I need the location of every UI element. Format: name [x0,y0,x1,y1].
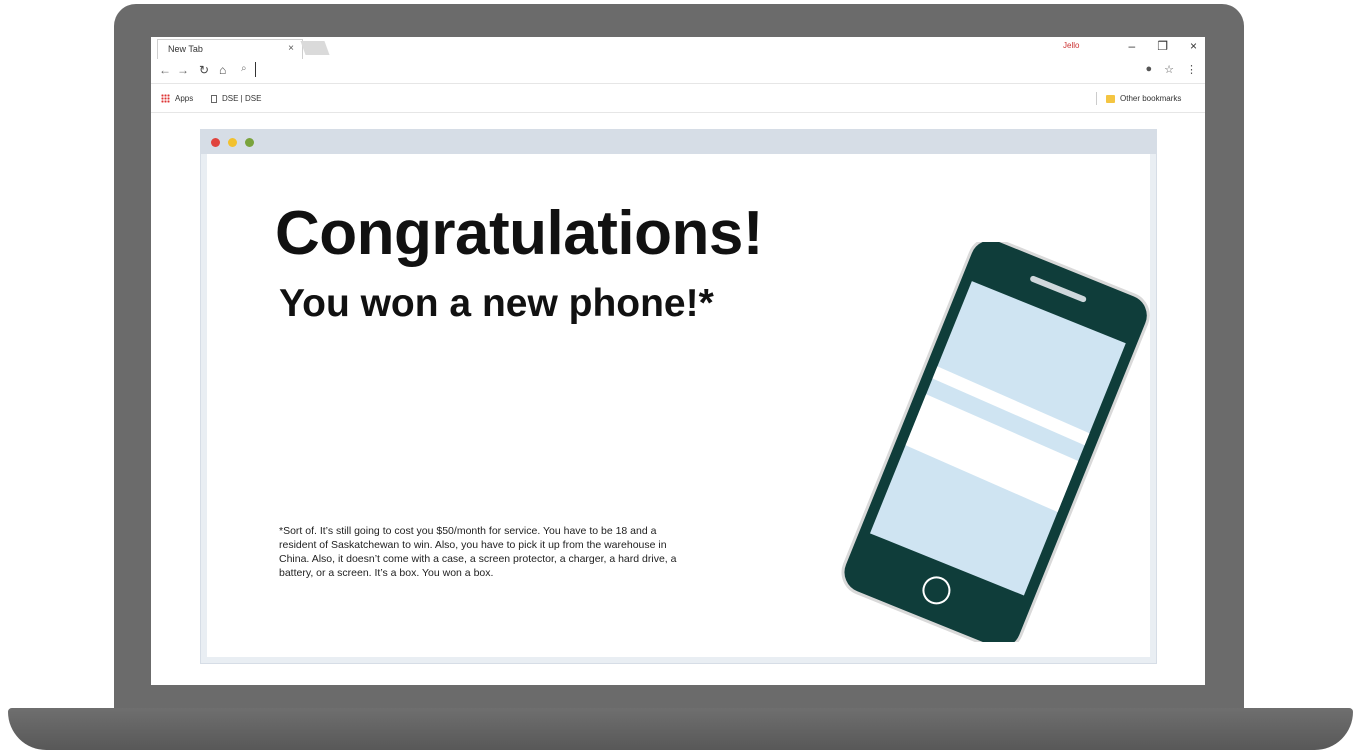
reload-icon[interactable]: ↻ [199,63,209,77]
subheadline: You won a new phone!* [279,282,714,325]
back-icon[interactable]: ← [159,63,171,77]
tab-bar: New Tab × Jello – ❐ × [151,37,1205,59]
address-bar[interactable]: ⌕ [239,62,1139,79]
tab-title: New Tab [168,44,203,54]
page-icon [211,94,217,103]
fine-print: *Sort of. It’s still going to cost you $… [279,525,677,579]
bookmarks-divider [1096,92,1097,105]
phone-illustration-icon [841,242,1150,642]
bookmark-apps[interactable]: Apps [161,94,193,103]
folder-icon [1106,94,1115,103]
bookmark-label: DSE | DSE [222,94,262,103]
bookmarks-bar: Apps DSE | DSE Other bookmarks [151,84,1205,113]
extension-icon[interactable]: ● [1145,63,1152,76]
menu-icon[interactable]: ⋮ [1186,63,1197,76]
laptop-base [8,708,1353,750]
mock-window: Congratulations! You won a new phone!* *… [200,129,1157,664]
green-dot-icon [245,138,254,147]
mock-window-body: Congratulations! You won a new phone!* *… [207,154,1150,657]
red-dot-icon [211,138,220,147]
mock-window-titlebar [201,130,1156,154]
profile-label[interactable]: Jello [1063,41,1079,50]
bookmark-dse[interactable]: DSE | DSE [211,94,261,103]
bookmark-label: Apps [175,94,194,103]
headline: Congratulations! [275,199,763,268]
yellow-dot-icon [228,138,237,147]
window-controls: – ❐ × [1129,39,1197,53]
page-content: Congratulations! You won a new phone!* *… [151,113,1205,685]
new-tab-button[interactable] [300,41,330,55]
tab-close-icon[interactable]: × [288,43,294,54]
tab-new-tab[interactable]: New Tab × [157,39,303,59]
toolbar-actions: ● ☆ ⋮ [1145,63,1197,76]
other-bookmarks-label: Other bookmarks [1120,94,1182,103]
home-icon[interactable]: ⌂ [219,63,226,77]
search-icon: ⌕ [241,63,247,74]
text-caret [255,62,256,77]
star-icon[interactable]: ☆ [1164,63,1174,76]
close-window-icon[interactable]: × [1190,39,1197,53]
other-bookmarks[interactable]: Other bookmarks [1106,94,1181,103]
browser-toolbar: ← → ↻ ⌂ ⌕ ● ☆ ⋮ [151,59,1205,84]
forward-icon[interactable]: → [177,63,189,77]
minimize-icon[interactable]: – [1129,39,1136,53]
laptop-screen: New Tab × Jello – ❐ × ← → ↻ ⌂ ⌕ ● ☆ ⋮ Ap… [151,37,1205,685]
apps-grid-icon [161,94,170,103]
restore-icon[interactable]: ❐ [1157,39,1168,53]
